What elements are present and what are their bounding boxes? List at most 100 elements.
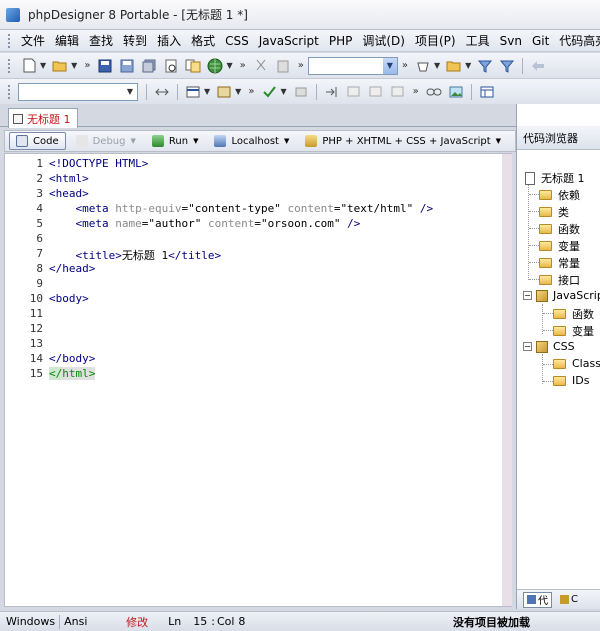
tidy-icon[interactable]	[292, 84, 310, 100]
tree-item-variables[interactable]: 变量	[539, 238, 580, 254]
status-encoding: Ansi	[64, 615, 88, 628]
chevron-down-icon[interactable]: ▼	[382, 57, 397, 74]
syntax-mode-button[interactable]: PHP + XHTML + CSS + JavaScript ▼	[299, 132, 507, 150]
overflow-chevron-icon[interactable]: »	[240, 60, 246, 71]
run-button[interactable]: Run ▼	[146, 132, 205, 150]
right-margin-strip	[502, 154, 512, 606]
tree-item-css-ids[interactable]: IDs	[553, 374, 589, 387]
collapse-icon[interactable]: −	[523, 291, 532, 300]
browser-globe-icon[interactable]	[206, 58, 224, 74]
block-comment-icon[interactable]	[389, 84, 407, 100]
menu-format[interactable]: 格式	[186, 32, 220, 49]
tree-node-css[interactable]: − CSS	[523, 340, 575, 353]
bug-icon	[75, 135, 88, 147]
cut-icon[interactable]	[252, 58, 270, 74]
chevron-down-icon[interactable]: ▼	[434, 61, 440, 70]
menu-find[interactable]: 查找	[84, 32, 118, 49]
new-file-icon[interactable]	[20, 58, 38, 74]
menu-php[interactable]: PHP	[324, 34, 358, 48]
localhost-button[interactable]: Localhost ▼	[208, 132, 295, 150]
menu-git[interactable]: Git	[527, 34, 554, 48]
open-folder-icon[interactable]	[51, 58, 69, 74]
tab-untitled-1[interactable]: 无标题 1	[8, 108, 78, 128]
filter-icon[interactable]	[476, 58, 494, 74]
menu-debug[interactable]: 调试(D)	[357, 32, 410, 49]
value: "content-type"	[188, 202, 281, 215]
tree-node-javascript[interactable]: − JavaScript	[523, 289, 600, 302]
back-arrow-icon[interactable]	[529, 58, 547, 74]
copy-file-icon[interactable]	[184, 58, 202, 74]
code-view-button[interactable]: Code	[9, 132, 66, 150]
bookmark-icon[interactable]	[414, 58, 432, 74]
menu-insert[interactable]: 插入	[152, 32, 186, 49]
chevron-down-icon[interactable]: ▼	[40, 61, 46, 70]
chevron-down-icon[interactable]: ▼	[280, 87, 286, 96]
collapse-icon[interactable]: −	[523, 342, 532, 351]
menu-edit[interactable]: 编辑	[50, 32, 84, 49]
menu-css[interactable]: CSS	[220, 34, 254, 48]
save-icon[interactable]	[96, 58, 114, 74]
comment-icon[interactable]	[345, 84, 363, 100]
layout-icon[interactable]	[478, 84, 496, 100]
outdent-icon[interactable]	[323, 84, 341, 100]
tree-connector	[529, 245, 539, 246]
line-number: 7	[36, 247, 43, 260]
save-as-icon[interactable]	[118, 58, 136, 74]
form-icon[interactable]	[215, 84, 233, 100]
code-editor[interactable]: 1 2 3 4 5 6 7 8 9 10 11 12 13 14 15 <!DO…	[4, 153, 512, 607]
filter-clear-icon[interactable]	[498, 58, 516, 74]
overflow-chevron-icon[interactable]: »	[84, 60, 90, 71]
save-all-icon[interactable]	[140, 58, 158, 74]
tree-item-css-classes[interactable]: Classes	[553, 357, 600, 370]
menu-tools[interactable]: 工具	[461, 32, 495, 49]
tree-item-constants[interactable]: 常量	[539, 255, 580, 271]
uncomment-icon[interactable]	[367, 84, 385, 100]
toolbar-grip[interactable]	[8, 33, 10, 48]
code-explorer-panel: 代码浏览器 无标题 1 依赖 类 函数 变量 常量 接口 − JavaScript…	[516, 104, 600, 609]
chevron-down-icon: ▼	[193, 137, 199, 145]
menu-goto[interactable]: 转到	[118, 32, 152, 49]
code-line: <meta http-equiv="content-type" content=…	[49, 202, 434, 215]
folder-nav-icon[interactable]	[445, 58, 463, 74]
menu-svn[interactable]: Svn	[495, 34, 527, 48]
toolbar-grip[interactable]	[8, 58, 12, 73]
overflow-chevron-icon[interactable]: »	[298, 60, 304, 71]
chevron-down-icon[interactable]: ▼	[226, 61, 232, 70]
tree-item-js-variables[interactable]: 变量	[553, 323, 594, 339]
menu-highlight[interactable]: 代码高亮(H)	[554, 32, 600, 49]
tree-item-functions[interactable]: 函数	[539, 221, 580, 237]
tree-item-label: 类	[558, 206, 569, 219]
chevron-down-icon[interactable]: ▼	[123, 84, 137, 100]
chevron-down-icon[interactable]: ▼	[71, 61, 77, 70]
table-icon[interactable]	[184, 84, 202, 100]
font-combobox[interactable]: ▼	[18, 82, 138, 101]
search-combobox[interactable]: ▼	[307, 56, 398, 75]
package-icon	[536, 340, 548, 353]
paste-icon[interactable]	[274, 58, 292, 74]
image-icon[interactable]	[447, 84, 465, 100]
tree-item-interfaces[interactable]: 接口	[539, 272, 580, 288]
overflow-chevron-icon[interactable]: »	[402, 60, 408, 71]
tree-root[interactable]: 无标题 1	[525, 170, 585, 186]
link-icon[interactable]	[425, 84, 443, 100]
equals: =	[254, 217, 261, 230]
debug-button[interactable]: Debug ▼	[70, 132, 142, 150]
tab-css-explorer[interactable]: C	[556, 592, 582, 608]
menu-javascript[interactable]: JavaScript	[254, 34, 324, 48]
overflow-chevron-icon[interactable]: »	[413, 86, 419, 97]
menu-file[interactable]: 文件	[16, 32, 50, 49]
chevron-down-icon[interactable]: ▼	[204, 87, 210, 96]
chevron-down-icon[interactable]: ▼	[235, 87, 241, 96]
tree-item-dependencies[interactable]: 依赖	[539, 187, 580, 203]
tab-code-explorer[interactable]: 代	[523, 591, 552, 608]
overflow-chevron-icon[interactable]: »	[248, 86, 254, 97]
tree-item-js-functions[interactable]: 函数	[553, 306, 594, 322]
toolbar-grip[interactable]	[8, 84, 12, 99]
attribute: content	[207, 217, 255, 230]
tree-item-classes[interactable]: 类	[539, 204, 569, 220]
chevron-down-icon[interactable]: ▼	[465, 61, 471, 70]
print-preview-icon[interactable]	[162, 58, 180, 74]
indent-arrows-icon[interactable]	[153, 84, 171, 100]
menu-project[interactable]: 项目(P)	[410, 32, 461, 49]
validate-icon[interactable]	[260, 84, 278, 100]
